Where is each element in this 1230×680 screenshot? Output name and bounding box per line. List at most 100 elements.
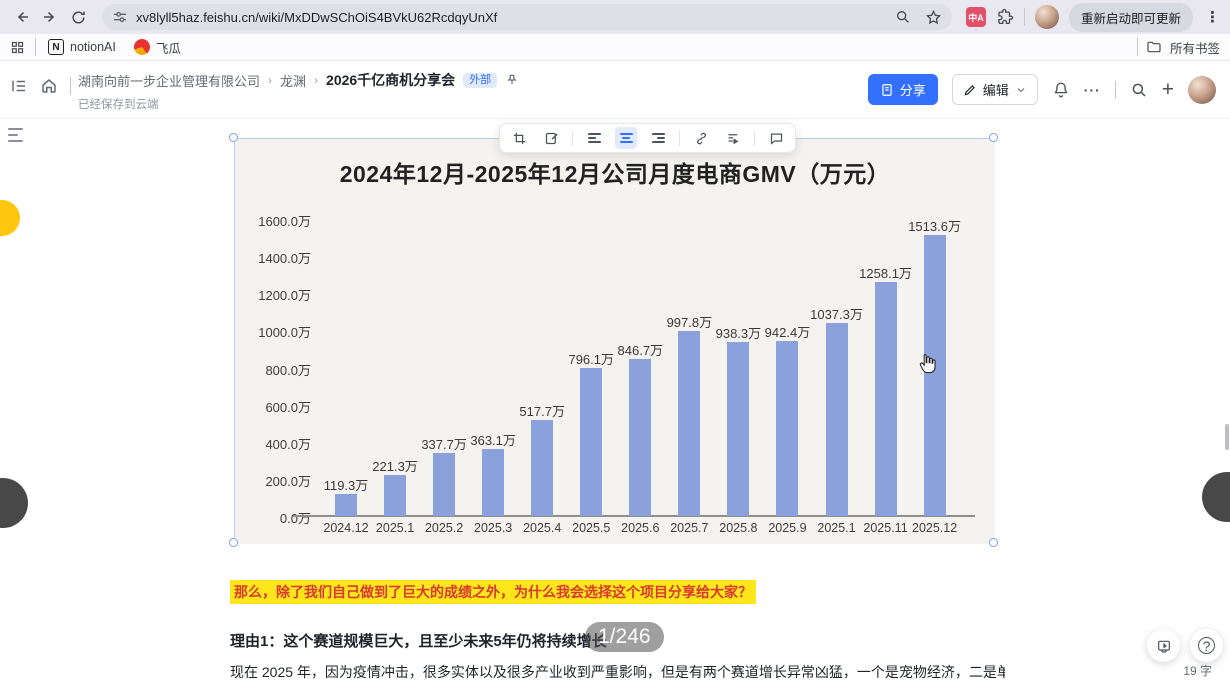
toolbar-divider (679, 130, 680, 146)
x-axis-tick: 2025.1 (375, 521, 415, 535)
address-bar[interactable]: xv8lyll5haz.feishu.cn/wiki/MxDDwSChOiS4B… (102, 4, 952, 30)
y-axis-tick: 1200.0万 (258, 288, 311, 304)
toolbar-divider (1023, 8, 1025, 26)
y-axis-tick: 1000.0万 (258, 325, 311, 341)
bar (629, 358, 652, 516)
site-settings-icon[interactable] (112, 9, 128, 25)
resize-handle-top-left[interactable] (229, 133, 238, 142)
screen: xv8lyll5haz.feishu.cn/wiki/MxDDwSChOiS4B… (0, 0, 1230, 680)
extensions-icon[interactable] (996, 8, 1014, 26)
share-label: 分享 (899, 83, 926, 98)
body-text: 现在 2025 年，因为疫情冲击，很多实体以及很多产业收到严重影响，但是有两个赛… (230, 664, 1005, 680)
crop-icon[interactable] (508, 127, 530, 149)
edit-label: 编辑 (982, 83, 1009, 98)
create-icon[interactable]: + (1162, 79, 1174, 100)
x-axis-tick: 2025.2 (424, 521, 464, 535)
hand-cursor-icon (917, 353, 938, 375)
floating-yellow-button[interactable] (0, 200, 20, 236)
edit-button[interactable]: 编辑 (951, 74, 1038, 105)
x-axis-tick: 2025.3 (474, 521, 513, 535)
bookmarks-right-divider (1136, 38, 1138, 56)
scrollbar[interactable] (1225, 424, 1229, 450)
x-axis-tick: 2025.4 (523, 521, 562, 535)
breadcrumb-item[interactable]: 龙渊 (280, 71, 306, 90)
header-divider (70, 77, 71, 95)
bookmark-label: 飞瓜 (155, 41, 181, 56)
zoom-icon[interactable] (895, 9, 911, 25)
align-right-icon[interactable] (647, 127, 669, 149)
image-toolbar (499, 123, 796, 153)
external-badge: 外部 (463, 72, 498, 88)
breadcrumb-item[interactable]: 湖南向前一步企业管理有限公司 (78, 71, 260, 90)
help-button[interactable]: ? (1190, 629, 1223, 662)
bar-value-label: 846.7万 (617, 342, 664, 358)
y-axis-tick: 200.0万 (265, 473, 311, 489)
bar (580, 368, 603, 516)
bar (433, 453, 456, 516)
chart-image[interactable]: 2024年12月-2025年12月公司月度电商GMV（万元） 0.0万 200.0… (234, 138, 995, 544)
y-axis-tick: 400.0万 (265, 436, 311, 452)
forward-icon[interactable] (36, 3, 64, 31)
bookmark-item-feigua[interactable]: 飞瓜 (133, 38, 181, 57)
reason-heading: 理由1：这个赛道规模巨大，且至少未来5年仍将持续增长 (230, 633, 607, 650)
y-axis-tick: 1600.0万 (258, 214, 311, 229)
update-chip[interactable]: 重新启动即可更新 (1068, 2, 1193, 32)
notifications-bell-icon[interactable] (1052, 81, 1070, 99)
url-text[interactable]: xv8lyll5haz.feishu.cn/wiki/MxDDwSChOiS4B… (136, 10, 887, 25)
help-icon: ? (1198, 637, 1215, 654)
bar (874, 282, 897, 516)
bookmark-star-icon[interactable] (925, 9, 942, 26)
y-axis-tick: 0.0万 (279, 511, 311, 526)
browser-menu-icon[interactable]: ⋮ (1203, 8, 1222, 26)
bar-value-label: 517.7万 (519, 403, 565, 419)
bar (384, 474, 407, 516)
toolbar-divider (754, 130, 755, 146)
all-bookmarks-label[interactable]: 所有书签 (1170, 38, 1220, 57)
translate-extension-icon[interactable]: 中A (965, 7, 986, 27)
align-center-icon[interactable] (615, 127, 637, 149)
x-axis-tick: 2025.7 (670, 521, 709, 535)
share-button[interactable]: 分享 (867, 74, 938, 105)
feedback-button[interactable] (1147, 629, 1180, 662)
floating-right-button[interactable] (1202, 472, 1230, 522)
bar-value-label: 363.1万 (470, 432, 516, 448)
pencil-icon (964, 84, 975, 96)
sidebar-toggle-icon[interactable] (10, 77, 28, 95)
copy-link-icon[interactable] (690, 127, 712, 149)
x-axis-tick: 2025.11 (863, 521, 908, 535)
floating-left-button[interactable] (0, 478, 28, 528)
search-icon[interactable] (1130, 81, 1148, 99)
annotate-icon[interactable] (540, 127, 562, 149)
refresh-icon[interactable] (64, 3, 92, 31)
page-title[interactable]: 2026千亿商机分享会 (326, 70, 455, 90)
bookmark-item-notionai[interactable]: N notionAI (48, 39, 116, 55)
y-axis-tick: 600.0万 (265, 399, 311, 415)
feigua-icon (133, 39, 150, 55)
back-icon[interactable] (8, 3, 36, 31)
resize-handle-top-right[interactable] (989, 133, 998, 142)
home-icon[interactable] (40, 77, 58, 95)
chart-plot: 2024年12月-2025年12月公司月度电商GMV（万元） 0.0万 200.0… (235, 139, 995, 544)
outline-icon[interactable] (8, 128, 26, 142)
apps-grid-icon[interactable] (10, 40, 25, 55)
user-avatar[interactable] (1188, 75, 1216, 104)
resize-handle-bottom-left[interactable] (229, 538, 238, 547)
move-to-icon[interactable] (722, 127, 744, 149)
more-icon[interactable]: ··· (1084, 82, 1101, 98)
bar (825, 323, 848, 516)
breadcrumb-separator: › (268, 73, 273, 87)
bookmarks-divider (35, 38, 36, 56)
pin-icon[interactable] (505, 73, 519, 87)
x-axis-tick: 2024.12 (323, 521, 369, 535)
y-axis-tick: 1400.0万 (258, 251, 311, 267)
bar-value-label: 1037.3万 (810, 307, 863, 323)
word-count: 19 字 (1183, 664, 1212, 678)
bar-value-label: 1258.1万 (859, 266, 912, 282)
comment-icon[interactable] (765, 127, 787, 149)
align-left-icon[interactable] (583, 127, 605, 149)
bar-value-label: 119.3万 (323, 477, 369, 493)
resize-handle-bottom-right[interactable] (989, 538, 998, 547)
notionai-icon: N (48, 39, 64, 55)
browser-toolbar: xv8lyll5haz.feishu.cn/wiki/MxDDwSChOiS4B… (0, 0, 1230, 34)
browser-avatar[interactable] (1034, 5, 1059, 29)
